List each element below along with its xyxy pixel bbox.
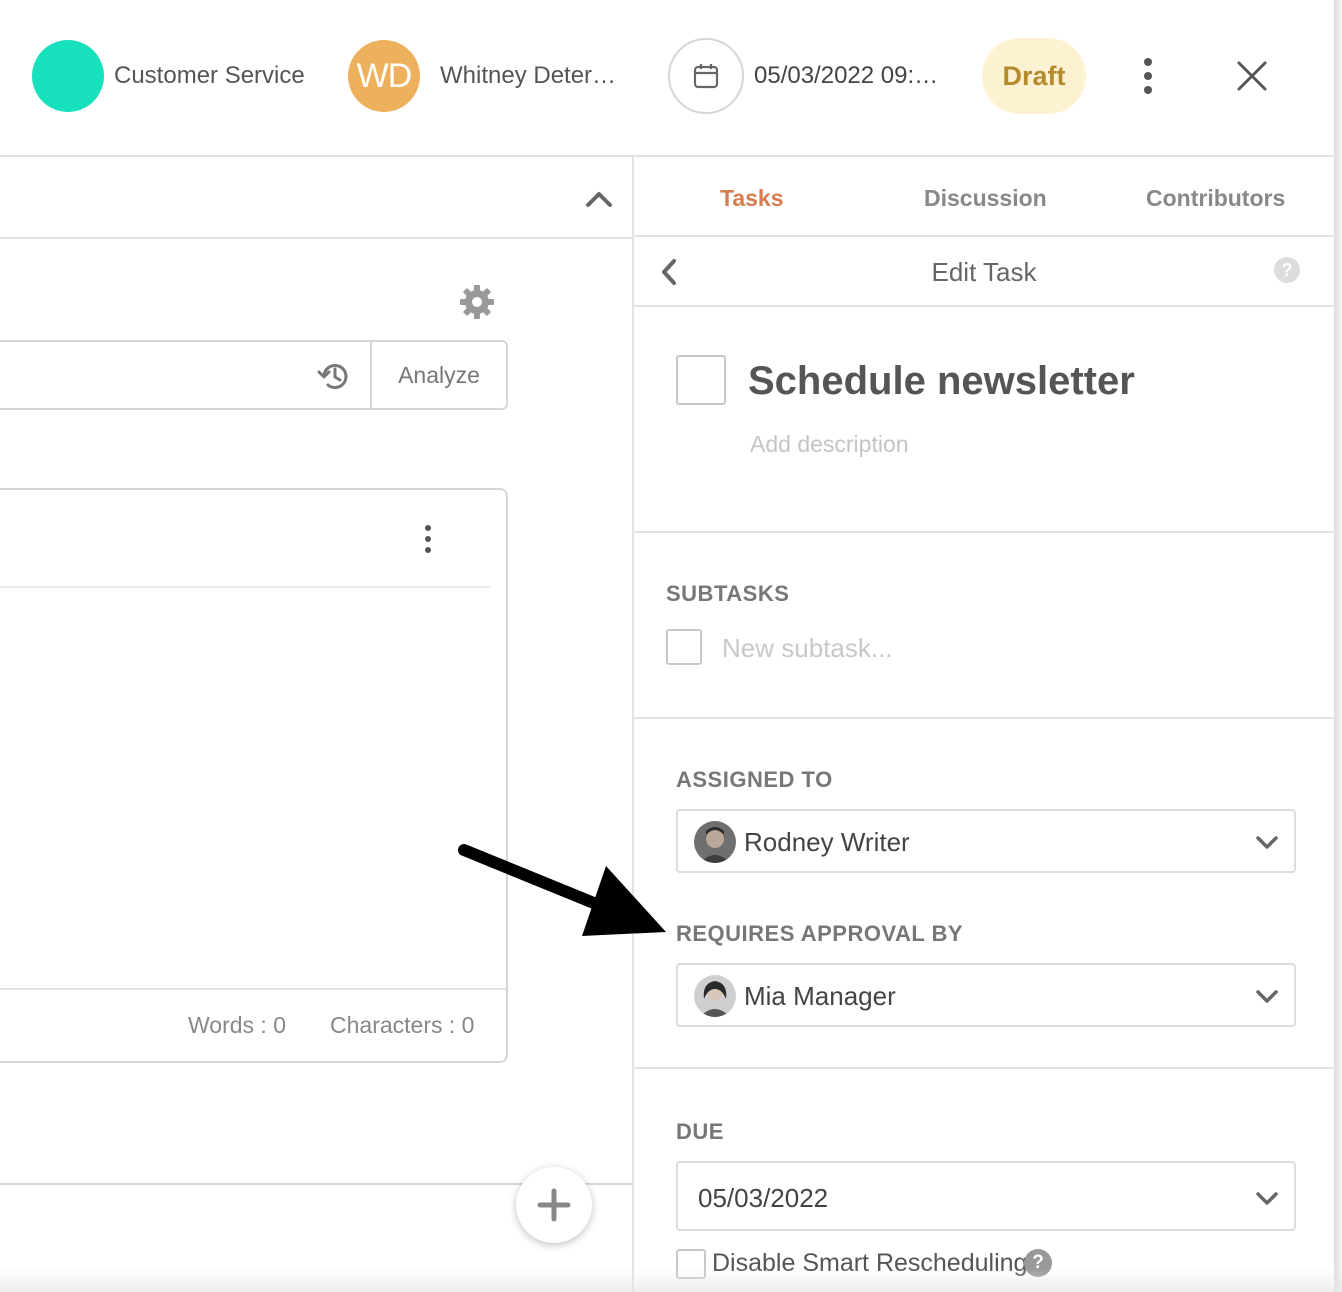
edit-task-header: Edit Task ? bbox=[634, 237, 1334, 307]
content-editor-card[interactable]: Words : 0 Characters : 0 bbox=[0, 488, 508, 1063]
tab-contributors[interactable]: Contributors bbox=[1146, 185, 1285, 212]
add-button[interactable] bbox=[516, 1167, 592, 1243]
back-button[interactable] bbox=[658, 257, 680, 287]
annotation-arrow-icon bbox=[458, 844, 666, 936]
task-details: Schedule newsletter Add description bbox=[634, 307, 1334, 533]
subtasks-section: SUBTASKS New subtask... bbox=[634, 533, 1334, 719]
requires-approval-label: REQUIRES APPROVAL BY bbox=[676, 921, 964, 946]
page-title: Edit Task bbox=[931, 257, 1037, 287]
panel-edge-shadow bbox=[1334, 0, 1342, 1292]
approver-name: Mia Manager bbox=[744, 981, 896, 1011]
editor-area: Analyze Words : 0 Characters : 0 bbox=[0, 157, 634, 1292]
owner-selector[interactable]: WD Whitney Deter… bbox=[348, 40, 620, 112]
character-count: Characters : 0 bbox=[330, 1012, 475, 1038]
chevron-up-icon bbox=[586, 192, 612, 207]
channel-selector[interactable]: Customer Service bbox=[32, 40, 305, 112]
collapse-button[interactable] bbox=[584, 185, 614, 211]
assignee-select[interactable]: Rodney Writer bbox=[676, 809, 1296, 873]
close-icon bbox=[1237, 61, 1267, 91]
new-subtask-input[interactable]: New subtask... bbox=[722, 633, 893, 664]
word-count: Words : 0 bbox=[188, 1012, 286, 1038]
approver-select[interactable]: Mia Manager bbox=[676, 963, 1296, 1027]
settings-button[interactable] bbox=[458, 283, 496, 321]
publish-date-selector[interactable]: 05/03/2022 09:… bbox=[668, 38, 944, 114]
due-section: DUE 05/03/2022 Disable Smart Reschedulin… bbox=[634, 1069, 1334, 1292]
assignee-name: Rodney Writer bbox=[744, 827, 910, 857]
vertical-dots-icon bbox=[425, 525, 431, 553]
history-button[interactable] bbox=[316, 358, 352, 394]
avatar bbox=[694, 975, 736, 1017]
analyze-button[interactable]: Analyze bbox=[370, 342, 506, 408]
channel-color-dot bbox=[32, 40, 104, 112]
owner-avatar: WD bbox=[348, 40, 420, 112]
more-options-button[interactable] bbox=[1136, 56, 1160, 96]
due-date-select[interactable]: 05/03/2022 bbox=[676, 1161, 1296, 1231]
chevron-down-icon bbox=[1256, 990, 1278, 1003]
help-icon[interactable]: ? bbox=[1024, 1249, 1052, 1277]
collapse-bar bbox=[0, 157, 632, 239]
task-description-input[interactable]: Add description bbox=[750, 431, 909, 458]
tab-discussion[interactable]: Discussion bbox=[924, 185, 1047, 212]
avatar bbox=[694, 821, 736, 863]
chevron-down-icon bbox=[1256, 1192, 1278, 1205]
plus-icon bbox=[537, 1188, 571, 1222]
tab-tasks[interactable]: Tasks bbox=[720, 185, 784, 212]
calendar-icon bbox=[668, 38, 744, 114]
history-icon bbox=[317, 364, 348, 389]
vertical-dots-icon bbox=[1144, 58, 1152, 94]
owner-name: Whitney Deter… bbox=[440, 62, 617, 89]
task-panel: Tasks Discussion Contributors Edit Task … bbox=[632, 157, 1334, 1292]
subtask-checkbox[interactable] bbox=[666, 629, 702, 665]
chevron-left-icon bbox=[662, 259, 676, 285]
close-button[interactable] bbox=[1234, 58, 1270, 94]
due-label: DUE bbox=[676, 1119, 724, 1144]
due-date-value: 05/03/2022 bbox=[698, 1183, 829, 1213]
assignment-section: ASSIGNED TO Rodney Writer REQUIRES APPRO… bbox=[634, 719, 1334, 1069]
subtasks-label: SUBTASKS bbox=[666, 581, 790, 606]
chevron-down-icon bbox=[1256, 836, 1278, 849]
help-icon[interactable]: ? bbox=[1274, 257, 1300, 283]
card-more-button[interactable] bbox=[422, 524, 434, 554]
task-title[interactable]: Schedule newsletter bbox=[748, 359, 1135, 404]
smart-rescheduling-label[interactable]: Disable Smart Rescheduling bbox=[712, 1249, 1027, 1278]
task-complete-checkbox[interactable] bbox=[676, 355, 726, 405]
card-footer-divider bbox=[0, 988, 506, 990]
channel-name: Customer Service bbox=[114, 62, 305, 89]
smart-rescheduling-checkbox[interactable] bbox=[676, 1249, 706, 1279]
gear-icon bbox=[460, 285, 494, 319]
status-badge[interactable]: Draft bbox=[982, 38, 1086, 114]
top-bar: Customer Service WD Whitney Deter… 05/03… bbox=[0, 0, 1334, 157]
panel-tabs: Tasks Discussion Contributors bbox=[634, 157, 1334, 237]
publish-date-text: 05/03/2022 09:… bbox=[754, 62, 939, 89]
headline-input-row[interactable]: Analyze bbox=[0, 340, 508, 410]
assigned-to-label: ASSIGNED TO bbox=[676, 767, 833, 792]
card-divider bbox=[0, 586, 490, 588]
